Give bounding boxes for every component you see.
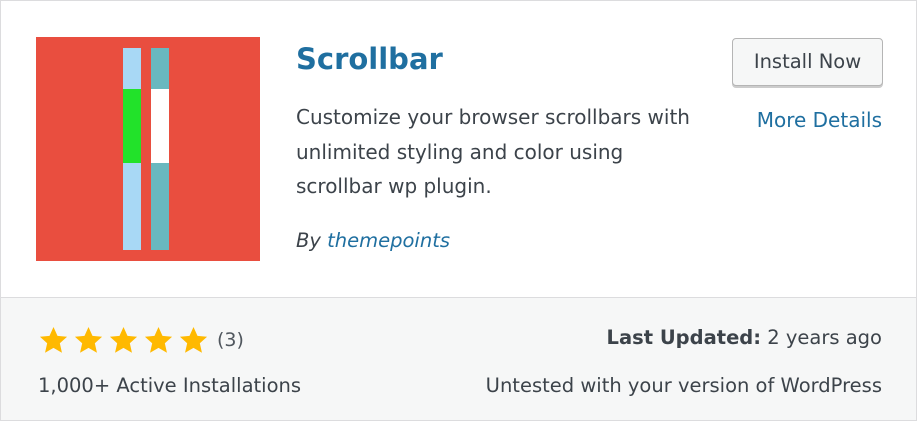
author-prefix: By <box>296 229 321 252</box>
install-now-button[interactable]: Install Now <box>732 38 883 86</box>
author-link[interactable]: themepoints <box>327 229 450 252</box>
scrollbar-track-icon <box>123 48 141 250</box>
plugin-card-bottom: (3) 1,000+ Active Installations Last Upd… <box>1 297 916 420</box>
last-updated-label: Last Updated: <box>606 326 762 349</box>
more-details-link[interactable]: More Details <box>757 108 882 132</box>
scrollbar-track-icon <box>151 48 169 250</box>
last-updated: Last Updated: 2 years ago <box>607 326 882 349</box>
plugin-description: Customize your browser scrollbars with u… <box>296 105 690 198</box>
plugin-author: By themepoints <box>296 229 450 252</box>
plugin-icon-link[interactable] <box>36 37 260 261</box>
active-installations: 1,000+ Active Installations <box>38 374 302 397</box>
star-filled-icon <box>38 325 69 356</box>
scrollbar-thumb-icon <box>123 89 141 163</box>
scrollbar-thumb-icon <box>151 89 169 163</box>
star-filled-icon <box>143 325 174 356</box>
compatibility-status: Untested with your version of WordPress <box>485 374 882 397</box>
plugin-card-top: Scrollbar Customize your browser scrollb… <box>1 1 916 297</box>
rating-count-link[interactable]: (3) <box>217 325 244 356</box>
star-rating: (3) <box>38 325 244 356</box>
star-filled-icon <box>108 325 139 356</box>
last-updated-value: 2 years ago <box>767 326 882 349</box>
plugin-title[interactable]: Scrollbar <box>296 41 443 77</box>
star-filled-icon <box>178 325 209 356</box>
star-filled-icon <box>73 325 104 356</box>
plugin-card: Scrollbar Customize your browser scrollb… <box>0 0 917 421</box>
